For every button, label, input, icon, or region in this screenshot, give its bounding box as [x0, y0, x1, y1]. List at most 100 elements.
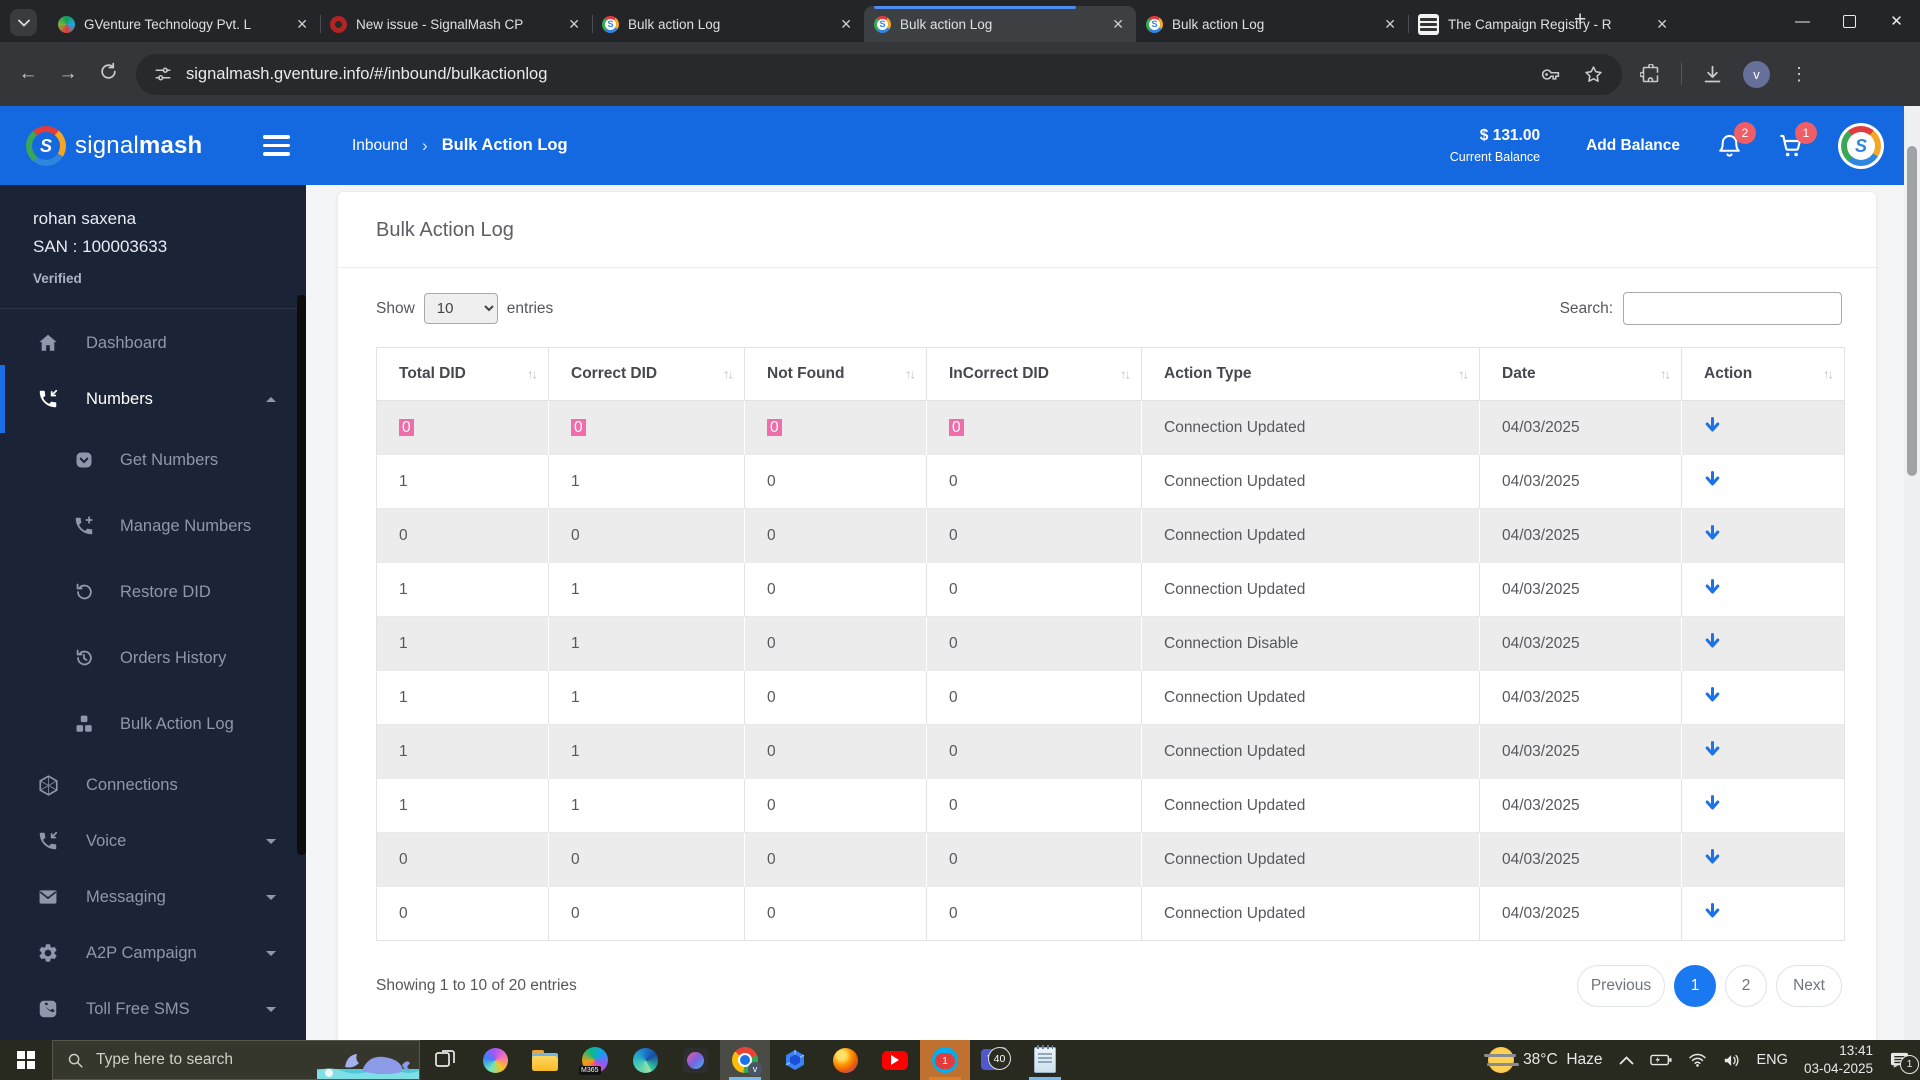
browser-tab-2[interactable]: S Bulk action Log ✕ — [592, 6, 864, 42]
sort-icons[interactable]: ↑↓ — [527, 367, 538, 382]
column-header-total-did[interactable]: Total DID ↑↓ — [376, 347, 549, 401]
row-download-action[interactable] — [1681, 886, 1845, 941]
column-header-incorrect-did[interactable]: InCorrect DID ↑↓ — [926, 347, 1142, 401]
sidebar-item-messaging[interactable]: Messaging — [0, 869, 306, 925]
sidebar-item-restore-did[interactable]: Restore DID — [0, 559, 306, 625]
account-avatar[interactable]: S — [1838, 122, 1884, 169]
password-key-icon[interactable] — [1540, 64, 1561, 85]
signalmash-logo-icon[interactable]: S — [26, 125, 66, 166]
notification-center[interactable]: 1 — [1889, 1051, 1919, 1074]
column-header-date[interactable]: Date ↑↓ — [1479, 347, 1682, 401]
tab-close-icon[interactable]: ✕ — [1110, 16, 1126, 33]
tab-close-icon[interactable]: ✕ — [1654, 16, 1670, 33]
site-settings-icon[interactable] — [154, 65, 172, 83]
taskbar-teams[interactable]: T40 — [970, 1040, 1020, 1080]
taskbar-task-view[interactable] — [420, 1040, 470, 1080]
clock-widget[interactable]: 13:41 03-04-2025 — [1804, 1042, 1873, 1078]
row-download-action[interactable] — [1681, 562, 1845, 617]
browser-tab-0[interactable]: GVenture Technology Pvt. L ✕ — [48, 6, 320, 42]
taskbar-chrome[interactable]: v — [720, 1040, 770, 1080]
row-download-action[interactable] — [1681, 832, 1845, 887]
row-download-action[interactable] — [1681, 778, 1845, 833]
column-header-action[interactable]: Action ↑↓ — [1681, 347, 1845, 401]
add-balance-button[interactable]: Add Balance — [1586, 137, 1680, 155]
taskbar-firefox[interactable] — [820, 1040, 870, 1080]
taskbar-notepad[interactable] — [1020, 1040, 1070, 1080]
taskbar-search[interactable]: Type here to search — [52, 1040, 420, 1080]
taskbar-copilot[interactable] — [470, 1040, 520, 1080]
extensions-icon[interactable] — [1640, 63, 1661, 85]
sort-icons[interactable]: ↑↓ — [1823, 367, 1834, 382]
row-download-action[interactable] — [1681, 724, 1845, 779]
restore-button[interactable] — [1826, 0, 1873, 42]
sort-icons[interactable]: ↑↓ — [723, 367, 734, 382]
profile-avatar[interactable]: v — [1743, 60, 1770, 88]
pagination-page-2[interactable]: 2 — [1725, 965, 1767, 1007]
cart-button[interactable]: 1 — [1777, 122, 1817, 159]
pagination-next[interactable]: Next — [1776, 965, 1842, 1007]
back-button[interactable]: ← — [8, 63, 48, 85]
sort-icons[interactable]: ↑↓ — [1120, 367, 1131, 382]
row-download-action[interactable] — [1681, 616, 1845, 671]
taskbar-file-explorer[interactable] — [520, 1040, 570, 1080]
downloads-icon[interactable] — [1702, 64, 1723, 85]
sidebar-item-orders-history[interactable]: Orders History — [0, 625, 306, 691]
sidebar-item-manage-numbers[interactable]: Manage Numbers — [0, 493, 306, 559]
sort-icons[interactable]: ↑↓ — [905, 367, 916, 382]
column-header-not-found[interactable]: Not Found ↑↓ — [744, 347, 927, 401]
pagination-page-1[interactable]: 1 — [1674, 965, 1716, 1007]
row-download-action[interactable] — [1681, 670, 1845, 725]
search-input[interactable] — [1623, 292, 1842, 325]
sidebar-item-numbers[interactable]: Numbers — [0, 365, 306, 433]
tab-close-icon[interactable]: ✕ — [566, 16, 582, 33]
weather-widget[interactable]: 38°C Haze — [1484, 1047, 1603, 1073]
breadcrumb-parent[interactable]: Inbound — [352, 137, 408, 155]
start-button[interactable] — [0, 1040, 52, 1080]
battery-icon[interactable] — [1649, 1053, 1672, 1067]
browser-tab-5[interactable]: The Campaign Registry - R ✕ — [1408, 6, 1680, 42]
tab-close-icon[interactable]: ✕ — [294, 16, 310, 33]
tab-close-icon[interactable]: ✕ — [1382, 16, 1398, 33]
tab-close-icon[interactable]: ✕ — [838, 16, 854, 33]
reload-button[interactable] — [88, 62, 128, 87]
taskbar-hex-app[interactable] — [770, 1040, 820, 1080]
pagination-previous[interactable]: Previous — [1577, 965, 1665, 1007]
browser-menu-kebab-icon[interactable]: ⋮ — [1790, 64, 1808, 85]
taskbar-m365-copilot[interactable]: M365 — [570, 1040, 620, 1080]
notifications-bell[interactable]: 2 — [1716, 122, 1756, 159]
url-bar[interactable]: signalmash.gventure.info/#/inbound/bulka… — [136, 53, 1622, 95]
browser-tab-4[interactable]: S Bulk action Log ✕ — [1136, 6, 1408, 42]
taskbar-edge[interactable] — [620, 1040, 670, 1080]
close-button[interactable]: ✕ — [1873, 0, 1920, 42]
sidebar-item-bulk-action-log[interactable]: Bulk Action Log — [0, 691, 306, 757]
bookmark-star-icon[interactable] — [1583, 64, 1604, 85]
page-size-select[interactable]: 10 — [423, 293, 498, 324]
wifi-icon[interactable] — [1688, 1053, 1707, 1067]
sidebar-item-connections[interactable]: Connections — [0, 757, 306, 813]
sidebar-item-dashboard[interactable]: Dashboard — [0, 315, 306, 371]
browser-tab-1[interactable]: New issue - SignalMash CP ✕ — [320, 6, 592, 42]
new-tab-button[interactable]: + — [1574, 8, 1586, 32]
page-scrollbar-thumb[interactable] — [1907, 146, 1917, 476]
taskbar-skype[interactable]: S1 — [920, 1040, 970, 1080]
search-highlight-illustration[interactable] — [317, 1041, 419, 1079]
sidebar-toggle-hamburger-icon[interactable] — [263, 135, 290, 156]
sidebar-item-a2p-campaign[interactable]: A2P Campaign — [0, 925, 306, 981]
volume-icon[interactable] — [1723, 1053, 1741, 1068]
row-download-action[interactable] — [1681, 508, 1845, 563]
column-header-action-type[interactable]: Action Type ↑↓ — [1141, 347, 1480, 401]
row-download-action[interactable] — [1681, 454, 1845, 509]
sidebar-item-toll-free-sms[interactable]: Toll Free SMS — [0, 981, 306, 1037]
page-scrollbar[interactable] — [1904, 106, 1920, 1040]
sidebar-item-get-numbers[interactable]: Get Numbers — [0, 427, 306, 493]
browser-tab-3[interactable]: S Bulk action Log ✕ — [864, 6, 1136, 42]
tab-search-button[interactable] — [10, 9, 37, 36]
taskbar-youtube[interactable] — [870, 1040, 920, 1080]
sidebar-item-voice[interactable]: Voice — [0, 813, 306, 869]
taskbar-photos[interactable] — [670, 1040, 720, 1080]
language-indicator[interactable]: ENG — [1757, 1052, 1788, 1068]
forward-button[interactable]: → — [48, 63, 88, 85]
sidebar-scrollbar[interactable] — [297, 295, 306, 855]
column-header-correct-did[interactable]: Correct DID ↑↓ — [548, 347, 745, 401]
row-download-action[interactable] — [1681, 400, 1845, 455]
